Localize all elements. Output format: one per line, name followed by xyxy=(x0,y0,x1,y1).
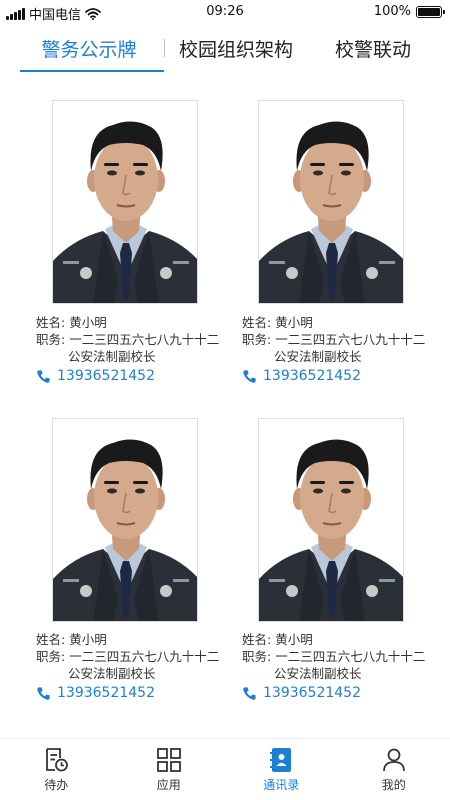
photo-frame xyxy=(52,100,198,304)
duty-row: 职务: 一二三四五六七八九十十二 xyxy=(242,331,425,348)
duty-label: 职务: xyxy=(36,649,66,664)
phone-icon xyxy=(37,687,50,700)
duty-value-line1: 一二三四五六七八九十十二 xyxy=(275,332,426,347)
duty-label: 职务: xyxy=(242,332,272,347)
name-label: 姓名: xyxy=(242,315,272,330)
officer-portrait xyxy=(53,419,197,621)
officer-portrait xyxy=(53,101,197,303)
phone-link[interactable]: 13936521452 xyxy=(36,685,219,702)
phone-icon xyxy=(243,370,256,383)
name-value: 黄小明 xyxy=(69,632,107,647)
nav-contacts-label: 通讯录 xyxy=(263,777,300,792)
name-label: 姓名: xyxy=(36,315,66,330)
phone-number: 13936521452 xyxy=(57,368,155,384)
duty-row: 职务: 一二三四五六七八九十十二 xyxy=(242,648,425,665)
phone-number: 13936521452 xyxy=(263,368,361,384)
battery-percent: 100% xyxy=(373,4,411,19)
nav-contacts[interactable]: 通讯录 xyxy=(225,739,338,800)
name-row: 姓名: 黄小明 xyxy=(36,631,219,648)
name-value: 黄小明 xyxy=(275,315,313,330)
tab-police-board[interactable]: 警务公示牌 xyxy=(14,24,164,72)
nav-profile[interactable]: 我的 xyxy=(338,739,450,800)
duty-value-line2: 公安法制副校长 xyxy=(68,349,156,364)
status-bar: 中国电信 09:26 100% xyxy=(0,0,450,24)
phone-link[interactable]: 13936521452 xyxy=(242,368,425,385)
tab-campus-org[interactable]: 校园组织架构 xyxy=(167,24,305,72)
contacts-icon xyxy=(270,747,292,772)
name-value: 黄小明 xyxy=(69,315,107,330)
nav-todo[interactable]: 待办 xyxy=(0,739,113,800)
duty-value-line1: 一二三四五六七八九十十二 xyxy=(275,649,426,664)
duty-value-line2: 公安法制副校长 xyxy=(274,666,362,681)
profile-icon xyxy=(382,748,405,771)
status-right: 100% xyxy=(373,4,445,19)
photo-frame xyxy=(258,100,404,304)
apps-grid-icon xyxy=(156,747,181,772)
duty-value-line2: 公安法制副校长 xyxy=(68,666,156,681)
duty-label: 职务: xyxy=(36,332,66,347)
officer-portrait xyxy=(259,101,403,303)
name-row: 姓名: 黄小明 xyxy=(242,631,425,648)
phone-icon xyxy=(243,687,256,700)
officer-portrait xyxy=(259,419,403,621)
name-row: 姓名: 黄小明 xyxy=(36,314,219,331)
phone-number: 13936521452 xyxy=(263,685,361,701)
tab-divider xyxy=(164,39,165,57)
photo-frame xyxy=(258,418,404,622)
nav-apps[interactable]: 应用 xyxy=(113,739,226,800)
name-label: 姓名: xyxy=(242,632,272,647)
staff-info: 姓名: 黄小明 职务: 一二三四五六七八九十十二 公安法制副校长 1393652… xyxy=(242,631,425,702)
phone-link[interactable]: 13936521452 xyxy=(242,685,425,702)
phone-number: 13936521452 xyxy=(57,685,155,701)
duty-label: 职务: xyxy=(242,649,272,664)
phone-icon xyxy=(37,370,50,383)
name-value: 黄小明 xyxy=(275,632,313,647)
battery-icon xyxy=(416,5,445,18)
staff-info: 姓名: 黄小明 职务: 一二三四五六七八九十十二 公安法制副校长 1393652… xyxy=(242,314,425,385)
nav-todo-label: 待办 xyxy=(44,777,69,792)
phone-link[interactable]: 13936521452 xyxy=(36,368,219,385)
name-row: 姓名: 黄小明 xyxy=(242,314,425,331)
duty-value-line1: 一二三四五六七八九十十二 xyxy=(69,332,220,347)
todo-icon xyxy=(46,747,69,771)
tab-school-police-link[interactable]: 校警联动 xyxy=(305,24,441,72)
bottom-nav: 待办 应用 通讯录 我的 xyxy=(0,738,450,800)
duty-row: 职务: 一二三四五六七八九十十二 xyxy=(36,648,219,665)
duty-row: 职务: 一二三四五六七八九十十二 xyxy=(36,331,219,348)
duty-value-line2: 公安法制副校长 xyxy=(274,349,362,364)
duty-value-line1: 一二三四五六七八九十十二 xyxy=(69,649,220,664)
staff-info: 姓名: 黄小明 职务: 一二三四五六七八九十十二 公安法制副校长 1393652… xyxy=(36,631,219,702)
nav-apps-label: 应用 xyxy=(156,777,181,792)
photo-frame xyxy=(52,418,198,622)
top-tabs: 警务公示牌 校园组织架构 校警联动 xyxy=(0,24,450,72)
nav-profile-label: 我的 xyxy=(381,777,406,792)
name-label: 姓名: xyxy=(36,632,66,647)
staff-info: 姓名: 黄小明 职务: 一二三四五六七八九十十二 公安法制副校长 1393652… xyxy=(36,314,219,385)
